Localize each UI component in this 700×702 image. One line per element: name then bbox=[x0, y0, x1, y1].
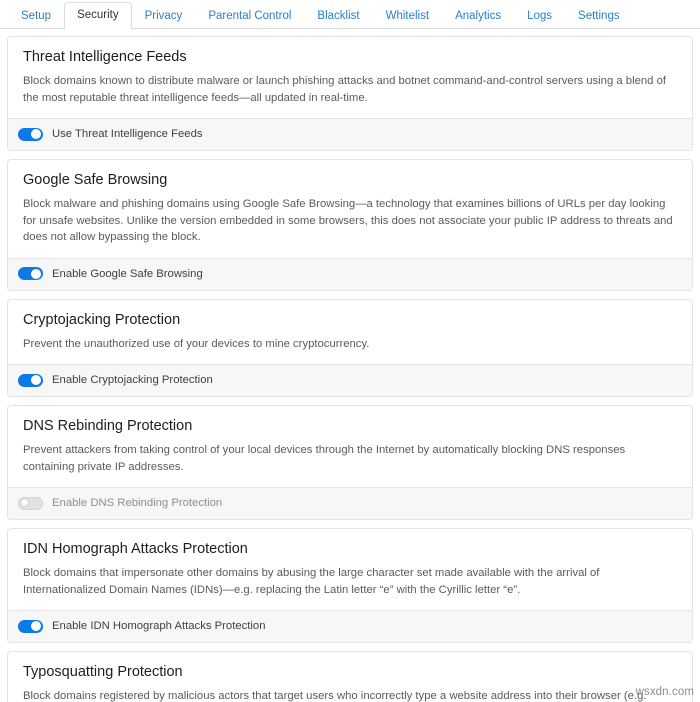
section-description: Block domains registered by malicious ac… bbox=[23, 690, 647, 702]
card-footer: Enable Cryptojacking Protection bbox=[8, 364, 692, 396]
tab-parental-control[interactable]: Parental Control bbox=[195, 3, 304, 29]
tab-blacklist[interactable]: Blacklist bbox=[304, 3, 372, 29]
card-footer: Enable DNS Rebinding Protection bbox=[8, 487, 692, 519]
card-body: Threat Intelligence Feeds Block domains k… bbox=[8, 37, 692, 118]
toggle-label[interactable]: Enable Google Safe Browsing bbox=[52, 267, 203, 281]
security-settings-page: Setup Security Privacy Parental Control Blac… bbox=[0, 0, 700, 702]
toggle-knob bbox=[31, 129, 41, 139]
toggle-switch-dns-rebinding-protection[interactable] bbox=[18, 496, 43, 510]
section-title: Threat Intelligence Feeds bbox=[23, 49, 187, 65]
card-body: DNS Rebinding Protection Prevent attacker… bbox=[8, 406, 692, 487]
section-card-dns-rebinding-protection: DNS Rebinding Protection Prevent attacker… bbox=[7, 405, 693, 520]
card-body: Google Safe Browsing Block malware and ph… bbox=[8, 160, 692, 258]
section-title: IDN Homograph Attacks Protection bbox=[23, 541, 248, 557]
tab-setup[interactable]: Setup bbox=[8, 3, 64, 29]
section-title: Google Safe Browsing bbox=[23, 172, 168, 188]
toggle-switch-threat-intelligence-feeds[interactable] bbox=[18, 127, 43, 141]
section-title: Cryptojacking Protection bbox=[23, 311, 181, 328]
section-card-typosquatting-protection: Typosquatting Protection Block domains re… bbox=[7, 651, 693, 702]
section-title: Typosquatting Protection bbox=[23, 664, 183, 680]
toggle-knob bbox=[31, 268, 41, 279]
tab-whitelist[interactable]: Whitelist bbox=[373, 3, 442, 29]
section-description: Prevent the unauthorized use of your dev… bbox=[23, 337, 370, 350]
toggle-label[interactable]: Use Threat Intelligence Feeds bbox=[52, 127, 203, 141]
card-footer: Enable Google Safe Browsing bbox=[8, 257, 692, 290]
card-footer: Use Threat Intelligence Feeds bbox=[8, 118, 692, 150]
tab-settings[interactable]: Settings bbox=[565, 3, 633, 29]
toggle-switch-google-safe-browsing[interactable] bbox=[18, 267, 43, 280]
section-description: Prevent attackers from taking control of… bbox=[23, 444, 626, 473]
card-body: IDN Homograph Attacks Protection Block do… bbox=[8, 529, 692, 610]
section-card-google-safe-browsing: Google Safe Browsing Block malware and ph… bbox=[7, 159, 693, 291]
security-sections-list: Threat Intelligence Feeds Block domains k… bbox=[0, 29, 700, 702]
toggle-knob bbox=[31, 375, 41, 385]
section-description: Block malware and phishing domains using… bbox=[23, 198, 673, 243]
card-footer: Enable IDN Homograph Attacks Protection bbox=[8, 610, 692, 642]
toggle-label[interactable]: Enable IDN Homograph Attacks Protection bbox=[52, 619, 266, 633]
tab-analytics[interactable]: Analytics bbox=[442, 3, 514, 29]
section-card-cryptojacking-protection: Cryptojacking Protection Prevent the unau… bbox=[7, 298, 693, 397]
section-card-idn-homograph-attacks-protection: IDN Homograph Attacks Protection Block do… bbox=[7, 528, 693, 643]
tab-logs[interactable]: Logs bbox=[514, 3, 565, 29]
toggle-label[interactable]: Enable DNS Rebinding Protection bbox=[52, 496, 222, 510]
tab-privacy[interactable]: Privacy bbox=[132, 3, 196, 29]
toggle-switch-cryptojacking-protection[interactable] bbox=[18, 373, 43, 387]
toggle-knob bbox=[20, 498, 29, 507]
section-description: Block domains that impersonate other dom… bbox=[23, 567, 600, 596]
card-body: Typosquatting Protection Block domains re… bbox=[8, 652, 692, 702]
tab-security[interactable]: Security bbox=[64, 2, 132, 30]
section-card-threat-intelligence-feeds: Threat Intelligence Feeds Block domains k… bbox=[7, 36, 693, 151]
toggle-knob bbox=[31, 621, 41, 631]
toggle-switch-idn-homograph-attacks-protection[interactable] bbox=[18, 619, 43, 633]
section-title: DNS Rebinding Protection bbox=[23, 418, 193, 434]
toggle-label[interactable]: Enable Cryptojacking Protection bbox=[52, 373, 213, 387]
section-description: Block domains known to distribute malwar… bbox=[23, 75, 667, 104]
card-body: Cryptojacking Protection Prevent the unau… bbox=[8, 300, 692, 365]
main-tab-bar: Setup Security Privacy Parental Control Blac… bbox=[0, 0, 700, 30]
